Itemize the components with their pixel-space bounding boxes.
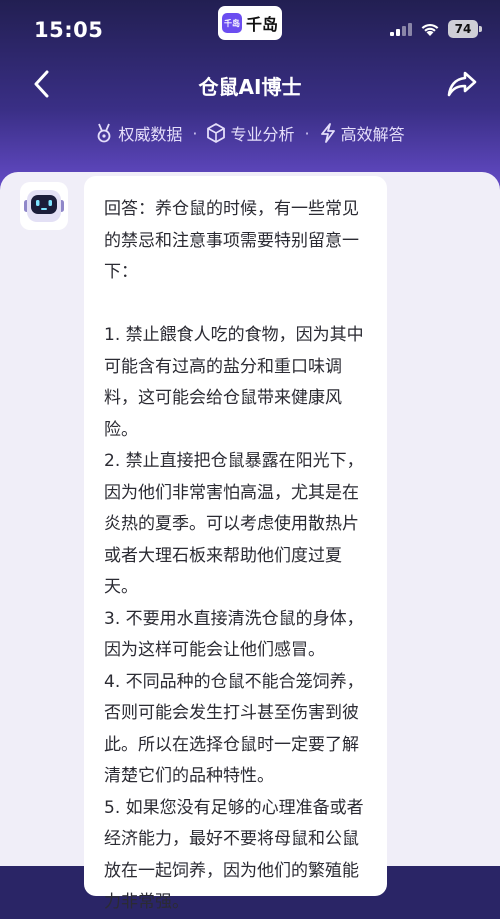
separator-dot: · xyxy=(304,123,310,143)
page-title: 仓鼠AI博士 xyxy=(198,75,302,99)
share-arrow-icon xyxy=(447,71,477,97)
feature-professional-analysis: 专业分析 xyxy=(207,121,295,145)
app-logo-icon: 千岛 xyxy=(221,13,242,33)
medal-icon xyxy=(97,123,111,143)
lightning-icon xyxy=(320,123,335,143)
app-badge[interactable]: 千岛 千岛 xyxy=(218,6,282,40)
separator-dot: · xyxy=(192,123,198,143)
cube-icon xyxy=(207,123,226,143)
feature-label: 专业分析 xyxy=(230,125,295,144)
status-bar: 15:05 千岛 千岛 74 xyxy=(0,0,500,62)
chat-area[interactable]: 回答：养仓鼠的时候，有一些常见的禁忌和注意事项需要特别留意一下： 1. 禁止餵食… xyxy=(0,172,500,912)
feature-tags: 权威数据 · 专业分析 · 高效解答 xyxy=(0,119,500,147)
feature-efficient-answers: 高效解答 xyxy=(320,121,405,145)
wifi-icon xyxy=(421,23,439,36)
nav-bar: 仓鼠AI博士 xyxy=(0,62,500,106)
share-button[interactable] xyxy=(442,65,482,103)
feature-label: 权威数据 xyxy=(118,125,183,144)
feature-authoritative-data: 权威数据 xyxy=(95,121,182,145)
cellular-signal-icon xyxy=(390,23,412,36)
answer-text: 回答：养仓鼠的时候，有一些常见的禁忌和注意事项需要特别留意一下： 1. 禁止餵食… xyxy=(104,199,364,912)
app-name: 千岛 xyxy=(245,15,278,34)
answer-bubble: 回答：养仓鼠的时候，有一些常见的禁忌和注意事项需要特别留意一下： 1. 禁止餵食… xyxy=(84,176,387,912)
battery-icon: 74 xyxy=(448,20,482,38)
feature-label: 高效解答 xyxy=(340,125,405,144)
battery-level: 74 xyxy=(454,22,472,36)
status-time: 15:05 xyxy=(34,18,104,42)
robot-avatar-icon xyxy=(20,182,68,230)
status-icons: 74 xyxy=(390,20,482,38)
